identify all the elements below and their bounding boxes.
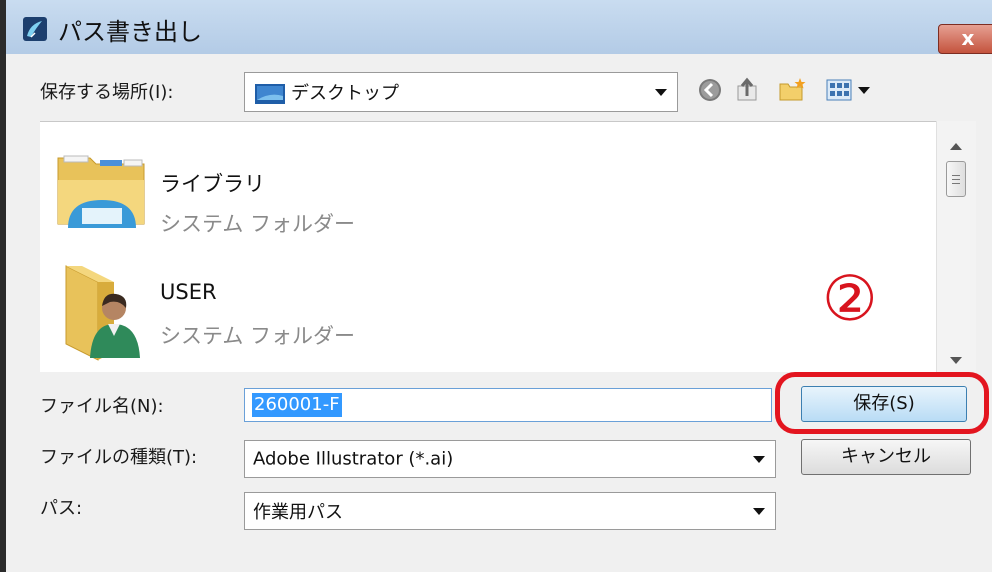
list-item[interactable]: ライブラリ システム フォルダー [40,132,936,242]
window-title: パス書き出し [58,18,202,46]
item-name: USER [160,280,217,304]
close-icon[interactable]: x [962,26,975,50]
scroll-thumb[interactable] [946,161,966,197]
save-in-value: デスクトップ [291,83,399,104]
file-type-label: ファイルの種類(T): [40,447,198,468]
item-type: システム フォルダー [160,324,356,348]
user-folder-icon [65,265,140,361]
up-folder-icon[interactable] [734,76,762,104]
grip-line [952,175,960,176]
library-folder-icon [57,155,145,228]
save-in-label: 保存する場所(I): [40,82,174,103]
file-name-label: ファイル名(N): [40,396,164,417]
close-button[interactable]: x [938,24,992,54]
grip-line [952,183,960,184]
path-value: 作業用パス [253,502,343,523]
app-icon [23,17,47,41]
desktop-icon [255,84,285,104]
vertical-scrollbar[interactable] [936,121,976,372]
item-name: ライブラリ [160,172,265,196]
grip-line [952,179,960,180]
file-type-value: Adobe Illustrator (*.ai) [253,448,454,470]
export-path-dialog: パス書き出し x 保存する場所(I): デスクトップ ライブラリ システム フォ… [0,0,992,572]
item-type: システム フォルダー [160,212,356,236]
scroll-down-icon[interactable] [950,357,962,364]
title-bar[interactable]: パス書き出し x [6,0,992,54]
view-menu-icon[interactable] [826,78,876,102]
scroll-up-icon[interactable] [950,143,962,150]
chevron-down-icon [753,456,765,463]
save-in-dropdown[interactable]: デスクトップ [244,72,678,112]
file-name-value[interactable]: 260001-F [252,393,342,417]
new-folder-icon[interactable] [778,76,808,104]
file-type-dropdown[interactable]: Adobe Illustrator (*.ai) [244,440,776,478]
list-item[interactable]: USER システム フォルダー [40,254,936,364]
file-name-input[interactable]: 260001-F [244,388,772,422]
step-annotation: ② [822,262,878,335]
chevron-down-icon [753,508,765,515]
path-label: パス: [40,498,83,519]
cancel-button[interactable]: キャンセル [801,439,971,475]
back-icon[interactable] [698,78,722,102]
save-highlight-ring [775,372,989,434]
path-dropdown[interactable]: 作業用パス [244,492,776,530]
chevron-down-icon [655,89,667,96]
window-edge [0,0,6,572]
